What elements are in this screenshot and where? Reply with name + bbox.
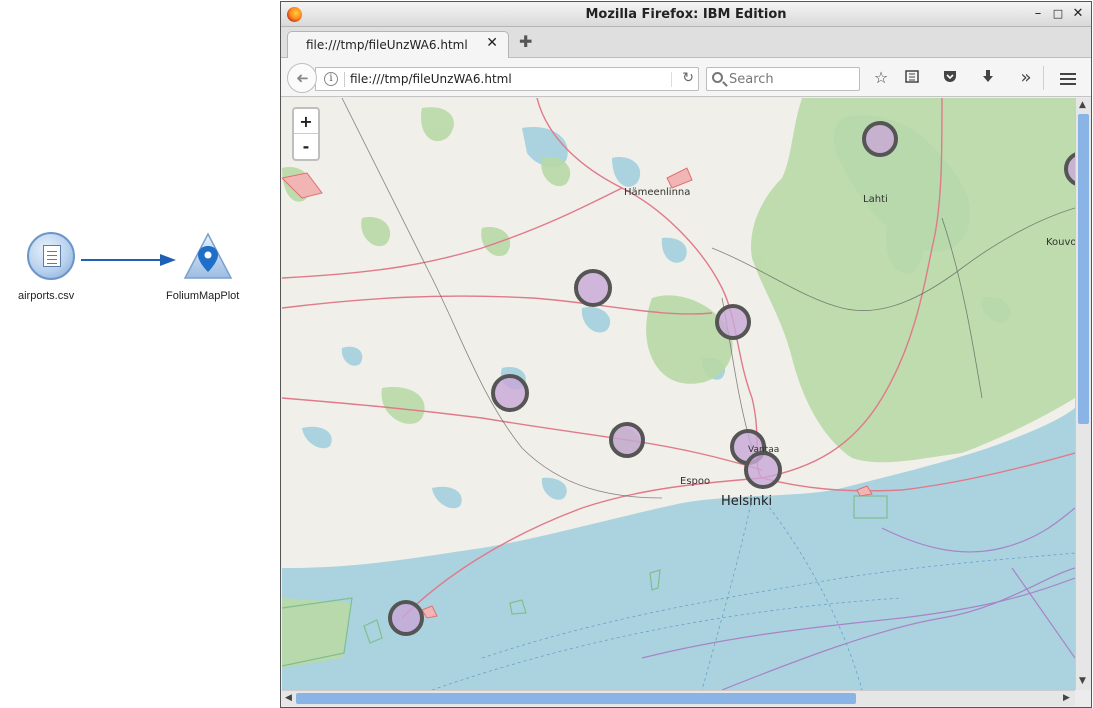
back-button[interactable]: ➜: [287, 63, 317, 93]
url-separator: [344, 72, 345, 87]
new-tab-icon[interactable]: ✚: [519, 32, 532, 51]
tab-title: file:///tmp/fileUnzWA6.html: [306, 38, 468, 52]
connector-arrow-icon: [160, 254, 176, 266]
hamburger-menu-icon[interactable]: [1057, 70, 1079, 90]
airports-csv-label: airports.csv: [18, 290, 75, 302]
airport-marker: [609, 422, 645, 458]
search-placeholder: Search: [729, 72, 774, 87]
airport-marker: [862, 121, 898, 157]
stream-canvas: airports.csv FoliumMapPlot: [0, 0, 280, 708]
bookmarks-list-icon[interactable]: [901, 68, 923, 88]
url-text[interactable]: file:///tmp/fileUnzWA6.html: [350, 72, 512, 86]
minimize-button[interactable]: –: [1029, 5, 1047, 23]
file-icon: [43, 245, 61, 267]
zoom-control: + -: [292, 107, 320, 161]
airport-marker: [574, 269, 612, 307]
horizontal-scroll-thumb[interactable]: [296, 693, 856, 704]
search-input[interactable]: Search: [706, 67, 860, 91]
airport-marker: [491, 374, 529, 412]
close-window-button[interactable]: ✕: [1069, 5, 1087, 23]
search-icon: [712, 72, 723, 83]
vertical-scrollbar[interactable]: ▲ ▼: [1075, 98, 1091, 690]
zoom-in-button[interactable]: +: [294, 109, 318, 134]
city-label-helsinki: Helsinki: [721, 494, 773, 509]
city-label-hameenlinna: Hämeenlinna: [624, 187, 691, 198]
city-label-kouvola: Kouvo: [1046, 237, 1075, 248]
title-bar: Mozilla Firefox: IBM Edition – □ ✕: [281, 2, 1091, 27]
stream-connector: [81, 259, 171, 261]
folium-map[interactable]: + - Hämeenlinna Lahti Kouvo Espoo Helsin…: [282, 98, 1075, 690]
url-bar[interactable]: i file:///tmp/fileUnzWA6.html ↻: [315, 67, 699, 91]
tab-strip: file:///tmp/fileUnzWA6.html ✕ ✚: [281, 27, 1091, 59]
city-label-espoo: Espoo: [680, 476, 711, 487]
airport-marker: [388, 600, 424, 636]
horizontal-scrollbar[interactable]: ◀ ▶: [282, 690, 1075, 706]
reload-icon[interactable]: ↻: [682, 70, 694, 86]
firefox-window: Mozilla Firefox: IBM Edition – □ ✕ file:…: [280, 1, 1092, 708]
download-icon[interactable]: [977, 68, 999, 88]
airports-csv-node[interactable]: [27, 232, 75, 280]
scroll-down-icon[interactable]: ▼: [1079, 676, 1086, 686]
folium-map-plot-label: FoliumMapPlot: [166, 290, 240, 302]
city-label-lahti: Lahti: [863, 194, 888, 205]
navigation-bar: i file:///tmp/fileUnzWA6.html ↻ ➜ Search…: [281, 58, 1091, 97]
city-label-vantaa: Vantaa: [748, 445, 780, 455]
vertical-scroll-thumb[interactable]: [1078, 114, 1089, 424]
tab-file[interactable]: file:///tmp/fileUnzWA6.html ✕: [287, 31, 509, 59]
toolbar-separator: [1043, 66, 1044, 90]
maximize-button[interactable]: □: [1049, 5, 1067, 23]
airport-marker: [744, 451, 782, 489]
folium-map-plot-node[interactable]: [183, 232, 233, 280]
back-arrow-icon: ➜: [295, 69, 309, 87]
pocket-icon[interactable]: [939, 68, 961, 88]
scroll-up-icon[interactable]: ▲: [1079, 100, 1086, 110]
bookmark-star-icon[interactable]: ☆: [870, 68, 892, 88]
reload-separator: [671, 72, 672, 87]
window-title: Mozilla Firefox: IBM Edition: [585, 7, 787, 22]
zoom-out-button[interactable]: -: [294, 134, 318, 159]
scroll-right-icon[interactable]: ▶: [1063, 693, 1070, 703]
info-icon[interactable]: i: [324, 72, 338, 86]
close-tab-icon[interactable]: ✕: [486, 35, 498, 51]
overflow-menu-icon[interactable]: »: [1015, 68, 1037, 88]
airport-marker: [715, 304, 751, 340]
scroll-left-icon[interactable]: ◀: [285, 693, 292, 703]
